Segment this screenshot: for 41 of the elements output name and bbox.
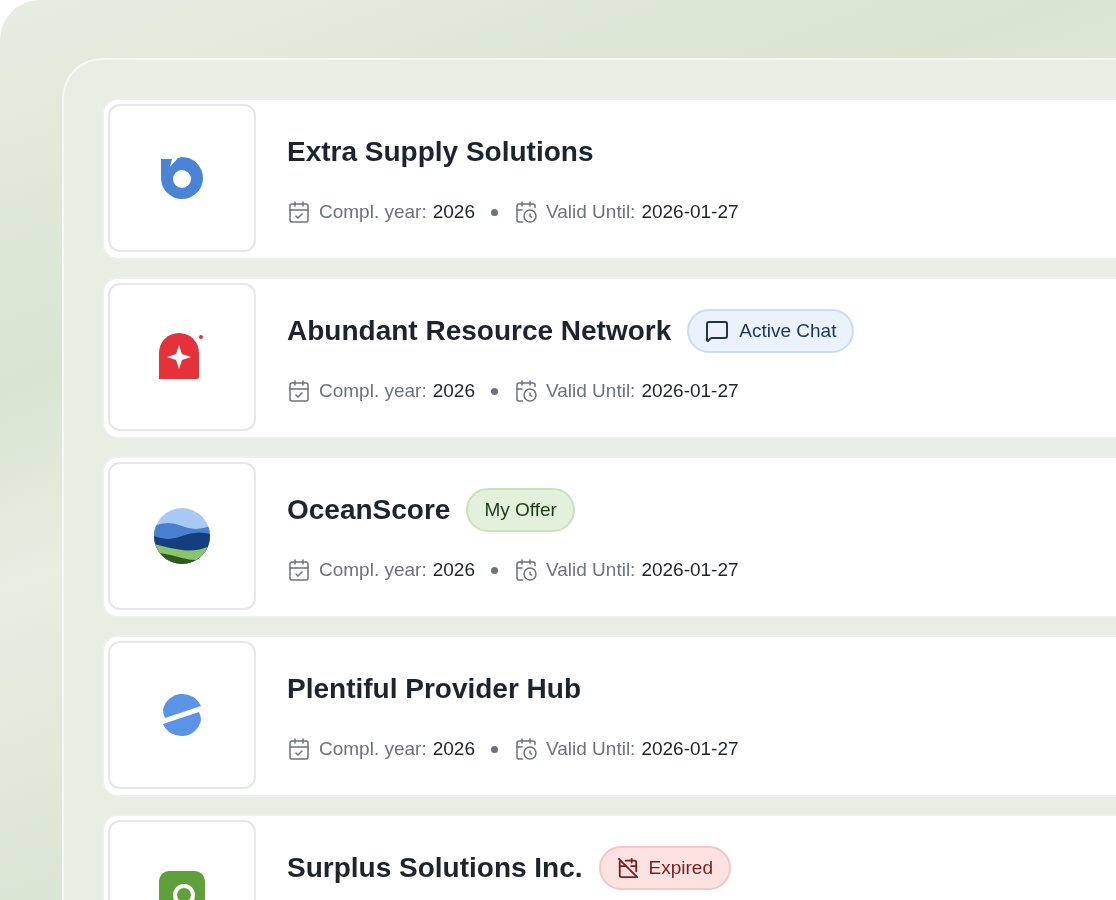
meta-value: 2026-01-27 (641, 379, 739, 403)
calendar-check-icon (287, 200, 311, 225)
meta-label: Valid Until: (546, 737, 636, 761)
meta-label: Valid Until: (546, 558, 636, 582)
meta-label: Compl. year: (319, 558, 427, 582)
waves-logo-icon (154, 508, 210, 564)
meta-value: 2026 (432, 200, 475, 224)
calendar-clock-icon (514, 558, 538, 583)
offer-card[interactable]: Surplus Solutions Inc. Expired (102, 814, 1116, 900)
meta-value: 2026-01-27 (641, 558, 739, 582)
company-name: OceanScore (287, 493, 451, 527)
status-tag: My Offer (466, 488, 575, 532)
offer-card[interactable]: Abundant Resource Network Active Chat Compl. year: 2026 Valid Until: 2026-01-27 (102, 277, 1116, 439)
meta-value: 2026-01-27 (641, 737, 739, 761)
calendar-check-icon (287, 558, 311, 583)
offer-card[interactable]: OceanScore My Offer Compl. year: 2026 Valid Until: 2026-01-27 (102, 456, 1116, 618)
meta-label: Compl. year: (319, 200, 427, 224)
calendar-check-icon (287, 379, 311, 404)
company-name: Abundant Resource Network (287, 314, 672, 348)
meta-label: Compl. year: (319, 379, 427, 403)
ring-logo-icon (159, 155, 205, 201)
offer-card[interactable]: Plentiful Provider Hub Compl. year: 2026 Valid Until: 2026-01-27 (102, 635, 1116, 797)
calendar-check-icon (287, 737, 311, 762)
calendar-off-icon (616, 857, 639, 879)
company-name: Surplus Solutions Inc. (287, 851, 583, 885)
status-tag: Expired (598, 846, 731, 890)
status-tag: Active Chat (687, 309, 855, 353)
meta-value: 2026 (432, 379, 475, 403)
meta-label: Compl. year: (319, 737, 427, 761)
company-name: Extra Supply Solutions (287, 135, 594, 169)
chat-icon (705, 319, 730, 343)
meta-label: Valid Until: (546, 379, 636, 403)
meta-value: 2026-01-27 (641, 200, 739, 224)
meta-value: 2026 (432, 737, 475, 761)
calendar-clock-icon (514, 200, 538, 225)
calendar-clock-icon (514, 379, 538, 404)
company-name: Plentiful Provider Hub (287, 672, 582, 706)
calendar-clock-icon (514, 737, 538, 762)
offer-card[interactable]: Extra Supply Solutions Compl. year: 2026 Valid Until: 2026-01-27 (102, 98, 1116, 260)
meta-label: Valid Until: (546, 200, 636, 224)
meta-value: 2026 (432, 558, 475, 582)
